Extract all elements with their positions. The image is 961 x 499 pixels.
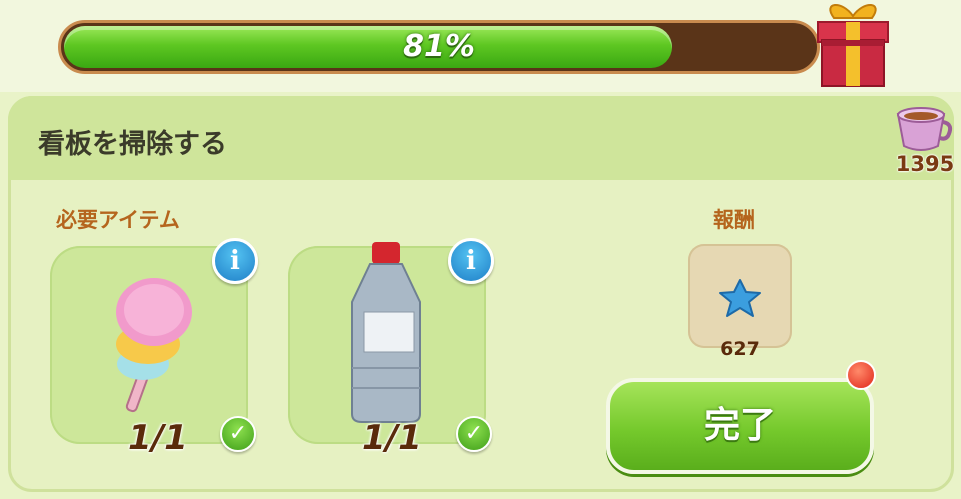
info-button[interactable]: i xyxy=(212,238,258,284)
reward-card xyxy=(688,244,792,348)
item-count: 1/1 xyxy=(128,418,188,458)
item-card-feather-duster[interactable]: i 1/1 ✓ xyxy=(50,238,258,458)
check-icon: ✓ xyxy=(456,416,492,452)
item-count: 1/1 xyxy=(362,418,422,458)
bottle-icon xyxy=(351,242,421,423)
tea-cup-icon xyxy=(896,107,953,151)
cup-count: 1395 xyxy=(895,152,955,176)
item-card-bottle[interactable]: i 1/1 ✓ xyxy=(288,238,494,458)
info-button[interactable]: i xyxy=(448,238,494,284)
reward-label: 報酬 xyxy=(713,208,755,232)
task-title: 看板を掃除する xyxy=(38,129,227,160)
complete-button[interactable]: 完了 xyxy=(606,378,874,474)
check-icon: ✓ xyxy=(220,416,256,452)
notification-dot xyxy=(846,360,876,390)
gift-box-icon[interactable] xyxy=(812,0,894,90)
feather-duster-icon xyxy=(116,278,192,413)
required-items-label: 必要アイテム xyxy=(56,208,180,232)
complete-button-label: 完了 xyxy=(703,405,776,446)
progress-percent: 81% xyxy=(403,29,475,64)
reward-value: 627 xyxy=(720,338,760,360)
progress-bar: 81% xyxy=(58,20,820,74)
blue-star-icon xyxy=(719,279,761,317)
